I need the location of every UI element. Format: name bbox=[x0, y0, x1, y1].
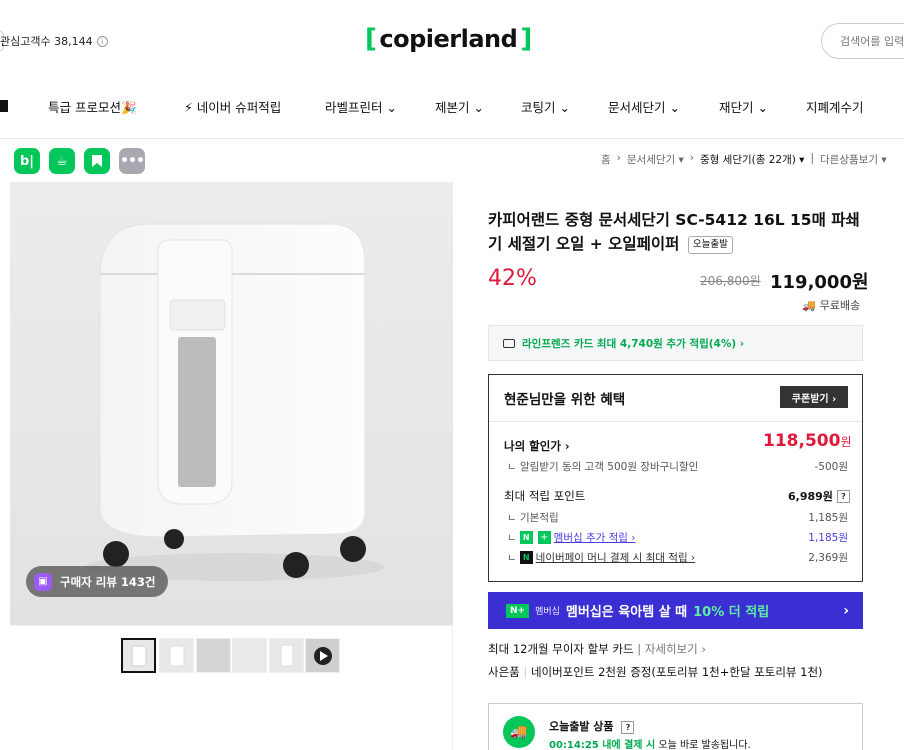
blog-icon[interactable]: b| bbox=[14, 148, 40, 174]
breadcrumb-current[interactable]: 중형 세단기(총 22개) ▾ bbox=[700, 152, 804, 167]
delivery-help-icon[interactable]: ? bbox=[621, 721, 635, 734]
npay-icon: N bbox=[519, 551, 533, 564]
my-discount-value: 118,500 bbox=[763, 431, 841, 451]
review-icon: ▣ bbox=[34, 572, 52, 591]
cafe-icon[interactable]: ☕ bbox=[49, 148, 75, 174]
search-placeholder: 검색어를 입력 bbox=[840, 35, 904, 48]
delivery-time: 00:14:25 내에 결제 시 bbox=[549, 740, 656, 750]
delivery-title: 오늘출발 상품 ? bbox=[549, 718, 635, 734]
gift-label: 사은품 bbox=[488, 665, 520, 679]
breadcrumb: 홈 › 문서세단기 ▾ › 중형 세단기(총 22개) ▾ | 다른상품보기 ▾ bbox=[601, 152, 887, 167]
nav-item-binder[interactable]: 제본기 ⌄ bbox=[435, 97, 484, 116]
membership-banner[interactable]: N+ 멤버십 멤버십은 육아템 살 때 10% 더 적립 › bbox=[488, 592, 863, 629]
nav-item-label-printer[interactable]: 라벨프린터 ⌄ bbox=[325, 97, 397, 116]
search-input[interactable]: 검색어를 입력 bbox=[821, 23, 904, 59]
discount-rate: 42% bbox=[488, 266, 537, 291]
shipping-info: 🚚 무료배송 bbox=[802, 297, 860, 313]
npay-point-link[interactable]: 네이버페이 머니 결제 시 최대 적립 › bbox=[536, 550, 695, 565]
thumbnail-4[interactable] bbox=[232, 638, 267, 673]
thumbnail-video[interactable] bbox=[305, 638, 340, 673]
nav-item-bill-counter[interactable]: 지폐계수기 bbox=[806, 97, 864, 116]
gift-value: 네이버포인트 2천원 증정(포토리뷰 1천+한달 포토리뷰 1천) bbox=[530, 665, 823, 679]
original-price: 206,800원 bbox=[700, 274, 761, 288]
nav-item-shredder[interactable]: 문서세단기 ⌄ bbox=[608, 97, 680, 116]
my-discount-label[interactable]: 나의 할인가 › bbox=[504, 438, 570, 454]
more-icon[interactable]: ••• bbox=[119, 148, 145, 174]
banner-text-a: 멤버십은 육아템 살 때 bbox=[565, 605, 688, 620]
npay-point-value: 2,369원 bbox=[808, 552, 848, 564]
membership-point-row: ㄴ N + 멤버십 추가 적립 › bbox=[507, 530, 636, 545]
thumbnail-1[interactable] bbox=[121, 638, 156, 673]
review-text: 구매자 리뷰 143건 bbox=[60, 574, 156, 589]
logo[interactable]: [ copierland ] bbox=[365, 23, 532, 55]
installment-text: 최대 12개월 무이자 할부 카드 bbox=[488, 642, 634, 656]
delivery-title-text: 오늘출발 상품 bbox=[549, 720, 614, 733]
chevron-right-icon: › bbox=[843, 602, 849, 619]
card-icon bbox=[503, 338, 515, 348]
installment-detail-link[interactable]: 자세히보기 › bbox=[645, 642, 706, 656]
alarm-discount-label: ㄴ 알림받기 동의 고객 500원 장바구니할인 bbox=[507, 461, 699, 473]
coupon-button[interactable]: 쿠폰받기 › bbox=[780, 386, 848, 408]
benefit-title: 현준님만을 위한 혜택 bbox=[504, 392, 626, 408]
benefit-divider bbox=[489, 421, 862, 422]
installment-info: 최대 12개월 무이자 할부 카드 | 자세히보기 › bbox=[488, 642, 706, 656]
sale-price: 119,000원 bbox=[770, 272, 869, 293]
max-point-label: 최대 적립 포인트 bbox=[504, 489, 586, 503]
banner-text-b: 10% 더 적립 bbox=[693, 605, 770, 620]
delivery-truck-icon: 🚚 bbox=[503, 716, 535, 748]
product-main-image[interactable] bbox=[10, 182, 453, 625]
info-icon[interactable]: i bbox=[96, 35, 108, 47]
nav-item-super-point[interactable]: ⚡ 네이버 슈퍼적립 bbox=[184, 97, 281, 116]
nav-item-cutter[interactable]: 재단기 ⌄ bbox=[719, 97, 768, 116]
basic-point-value: 1,185원 bbox=[808, 512, 848, 524]
npay-point-row: ㄴ N 네이버페이 머니 결제 시 최대 적립 › bbox=[507, 550, 696, 565]
membership-point-value: 1,185원 bbox=[808, 532, 848, 544]
breadcrumb-other[interactable]: 다른상품보기 ▾ bbox=[820, 152, 887, 167]
today-ship-tag: 오늘출발 bbox=[687, 236, 733, 254]
basic-point-text: 기본적립 bbox=[520, 512, 559, 524]
nplus-badge: N+ bbox=[506, 603, 530, 618]
logo-bracket-open: [ bbox=[365, 24, 377, 54]
delivery-desc-text: 오늘 바로 발송됩니다. bbox=[658, 740, 751, 750]
my-discount-unit: 원 bbox=[840, 435, 852, 449]
membership-badge-sub: 멤버십 bbox=[535, 607, 560, 617]
alarm-discount-text: 알림받기 동의 고객 500원 장바구니할인 bbox=[520, 461, 699, 473]
nav-edge-icon bbox=[0, 100, 8, 112]
nav-item-promotion[interactable]: 특급 프로모션🎉 bbox=[48, 97, 137, 116]
gift-info: 사은품 | 네이버포인트 2천원 증정(포토리뷰 1천+한달 포토리뷰 1천) bbox=[488, 665, 823, 679]
plus-icon: + bbox=[537, 531, 551, 544]
card-promo-text: 라인프렌즈 카드 최대 4,740원 추가 적립(4%) › bbox=[522, 337, 745, 350]
card-promo[interactable]: 라인프렌즈 카드 최대 4,740원 추가 적립(4%) › bbox=[488, 325, 863, 361]
thumbnail-3[interactable] bbox=[196, 638, 231, 673]
my-discount-price: 118,500원 bbox=[763, 431, 851, 451]
logo-text: copierland bbox=[379, 25, 518, 53]
help-icon[interactable]: ? bbox=[836, 489, 850, 503]
membership-point-link[interactable]: 멤버십 추가 적립 › bbox=[554, 530, 636, 545]
breadcrumb-home[interactable]: 홈 bbox=[601, 152, 611, 167]
product-title-text: 카피어랜드 중형 문서세단기 SC-5412 16L 15매 파쇄기 세절기 오… bbox=[488, 211, 860, 253]
review-badge[interactable]: ▣ 구매자 리뷰 143건 bbox=[26, 566, 168, 597]
max-point-value-wrap: 6,989원 ? bbox=[788, 488, 850, 504]
naver-n-icon: N bbox=[519, 531, 533, 544]
interest-count-text: 관심고객수 38,144 bbox=[0, 35, 93, 48]
thumbnail-5[interactable] bbox=[269, 638, 304, 673]
delivery-desc: 00:14:25 내에 결제 시 오늘 바로 발송됩니다. bbox=[549, 736, 751, 750]
category-nav: 특급 프로모션🎉 ⚡ 네이버 슈퍼적립 라벨프린터 ⌄ 제본기 ⌄ 코팅기 ⌄ … bbox=[0, 84, 904, 128]
nav-divider bbox=[0, 138, 904, 139]
thumbnail-2[interactable] bbox=[159, 638, 194, 673]
interest-count: 관심고객수 38,144 i bbox=[0, 33, 108, 49]
logo-bracket-close: ] bbox=[520, 24, 532, 54]
alarm-discount-value: -500원 bbox=[814, 461, 849, 473]
truck-icon: 🚚 bbox=[802, 298, 816, 312]
bookmark-icon[interactable] bbox=[84, 148, 110, 174]
product-title: 카피어랜드 중형 문서세단기 SC-5412 16L 15매 파쇄기 세절기 오… bbox=[488, 208, 866, 256]
shipping-text: 무료배송 bbox=[819, 299, 861, 312]
max-point-value: 6,989원 bbox=[788, 490, 833, 503]
basic-point-label: ㄴ 기본적립 bbox=[507, 512, 559, 524]
nav-item-laminator[interactable]: 코팅기 ⌄ bbox=[521, 97, 570, 116]
breadcrumb-category[interactable]: 문서세단기 ▾ bbox=[627, 152, 684, 167]
